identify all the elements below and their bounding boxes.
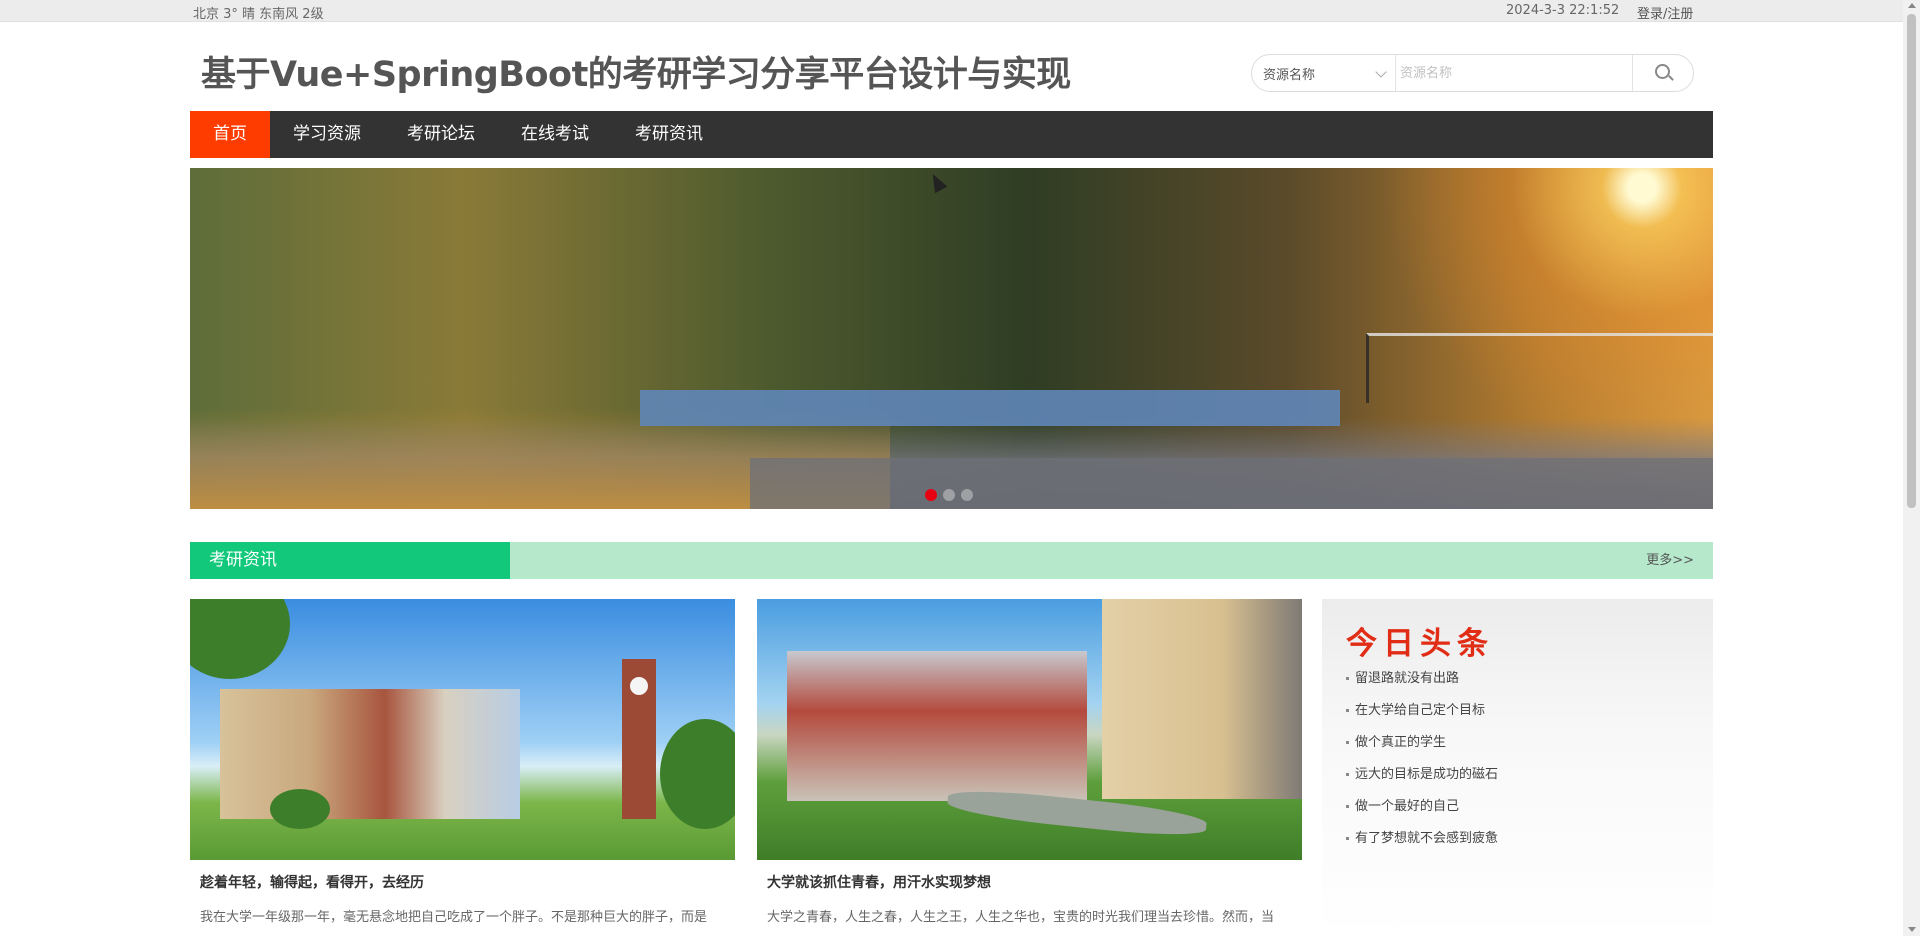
headline-item[interactable]: 有了梦想就不会感到疲惫 [1346, 827, 1498, 859]
carousel-dot-2[interactable] [943, 489, 955, 501]
search-input[interactable] [1400, 61, 1620, 85]
headline-text: 在大学给自己定个目标 [1355, 703, 1486, 718]
bullet-icon [1346, 677, 1349, 680]
top-bar: 北京 3° 晴 东南风 2级 2024-3-3 22:1:52 登录/注册 [0, 0, 1920, 22]
headline-text: 留退路就没有出路 [1355, 671, 1460, 686]
scroll-down-arrow-icon[interactable] [1908, 927, 1916, 932]
news-section-bar: 考研资讯 更多>> [190, 542, 1713, 579]
image-building [787, 651, 1087, 801]
news-card-image[interactable] [190, 599, 735, 860]
carousel-dot-3[interactable] [961, 489, 973, 501]
today-headlines-heading: 今日头条 [1346, 626, 1494, 662]
search-box: 资源名称 [1251, 54, 1694, 92]
banner-image-fence [640, 390, 1340, 426]
headline-item[interactable]: 做一个最好的自己 [1346, 795, 1498, 827]
banner-image-court [750, 458, 1713, 509]
bullet-icon [1346, 709, 1349, 712]
main-nav: 首页 学习资源 考研论坛 在线考试 考研资讯 [190, 111, 1713, 158]
image-clock [630, 677, 648, 695]
headline-item[interactable]: 做个真正的学生 [1346, 731, 1498, 763]
news-card-image[interactable] [757, 599, 1302, 860]
image-tree [190, 599, 290, 679]
news-card-title[interactable]: 大学就该抓住青春，用汗水实现梦想 [757, 872, 1302, 892]
chevron-down-icon [1375, 66, 1387, 78]
section-title: 考研资讯 [190, 542, 510, 579]
bullet-icon [1346, 805, 1349, 808]
page-scrollbar[interactable] [1903, 0, 1920, 936]
image-building [1102, 599, 1302, 799]
nav-item-forum[interactable]: 考研论坛 [384, 111, 498, 158]
more-link[interactable]: 更多>> [1646, 542, 1694, 579]
image-tree [270, 789, 330, 829]
bullet-icon [1346, 741, 1349, 744]
bullet-icon [1346, 837, 1349, 840]
scrollbar-thumb[interactable] [1907, 14, 1916, 508]
headline-item[interactable]: 远大的目标是成功的磁石 [1346, 763, 1498, 795]
image-building [220, 689, 520, 819]
today-headlines-panel: 今日头条 留退路就没有出路 在大学给自己定个目标 做个真正的学生 远大的目标是成… [1322, 599, 1713, 936]
search-button[interactable] [1632, 55, 1694, 91]
image-tree [660, 719, 735, 829]
login-register-link[interactable]: 登录/注册 [1637, 3, 1693, 22]
search-category-select[interactable]: 资源名称 [1252, 55, 1396, 91]
site-title: 基于Vue+SpringBoot的考研学习分享平台设计与实现 [201, 55, 1071, 95]
search-icon-handle [1668, 75, 1674, 81]
news-card[interactable]: 大学就该抓住青春，用汗水实现梦想 大学之青春，人生之春，人生之王，人生之华也，宝… [757, 599, 1302, 925]
headline-text: 有了梦想就不会感到疲惫 [1355, 831, 1499, 846]
headline-text: 做一个最好的自己 [1355, 799, 1460, 814]
nav-item-news[interactable]: 考研资讯 [612, 111, 726, 158]
headline-item[interactable]: 在大学给自己定个目标 [1346, 699, 1498, 731]
banner-image-net [1366, 333, 1713, 403]
headline-text: 远大的目标是成功的磁石 [1355, 767, 1499, 782]
carousel-dot-1[interactable] [925, 489, 937, 501]
headline-text: 做个真正的学生 [1355, 735, 1447, 750]
headline-list: 留退路就没有出路 在大学给自己定个目标 做个真正的学生 远大的目标是成功的磁石 … [1346, 667, 1498, 859]
carousel-indicators [925, 486, 979, 505]
scroll-up-arrow-icon[interactable] [1908, 3, 1916, 8]
nav-item-learning-resources[interactable]: 学习资源 [270, 111, 384, 158]
news-card[interactable]: 趁着年轻，输得起，看得开，去经历 我在大学一年级那一年，毫无悬念地把自己吃成了一… [190, 599, 735, 925]
current-datetime: 2024-3-3 22:1:52 [1506, 3, 1620, 18]
search-category-value: 资源名称 [1263, 68, 1316, 83]
weather-info: 北京 3° 晴 东南风 2级 [193, 7, 324, 22]
nav-item-home[interactable]: 首页 [190, 111, 270, 158]
headline-item[interactable]: 留退路就没有出路 [1346, 667, 1498, 699]
news-card-title[interactable]: 趁着年轻，输得起，看得开，去经历 [190, 872, 735, 892]
nav-item-online-exam[interactable]: 在线考试 [498, 111, 612, 158]
bullet-icon [1346, 773, 1349, 776]
banner-carousel[interactable] [190, 168, 1713, 509]
news-card-excerpt: 大学之青春，人生之春，人生之王，人生之华也，宝贵的时光我们理当去珍惜。然而，当 [767, 910, 1275, 925]
news-card-excerpt: 我在大学一年级那一年，毫无悬念地把自己吃成了一个胖子。不是那种巨大的胖子，而是 [200, 910, 708, 925]
